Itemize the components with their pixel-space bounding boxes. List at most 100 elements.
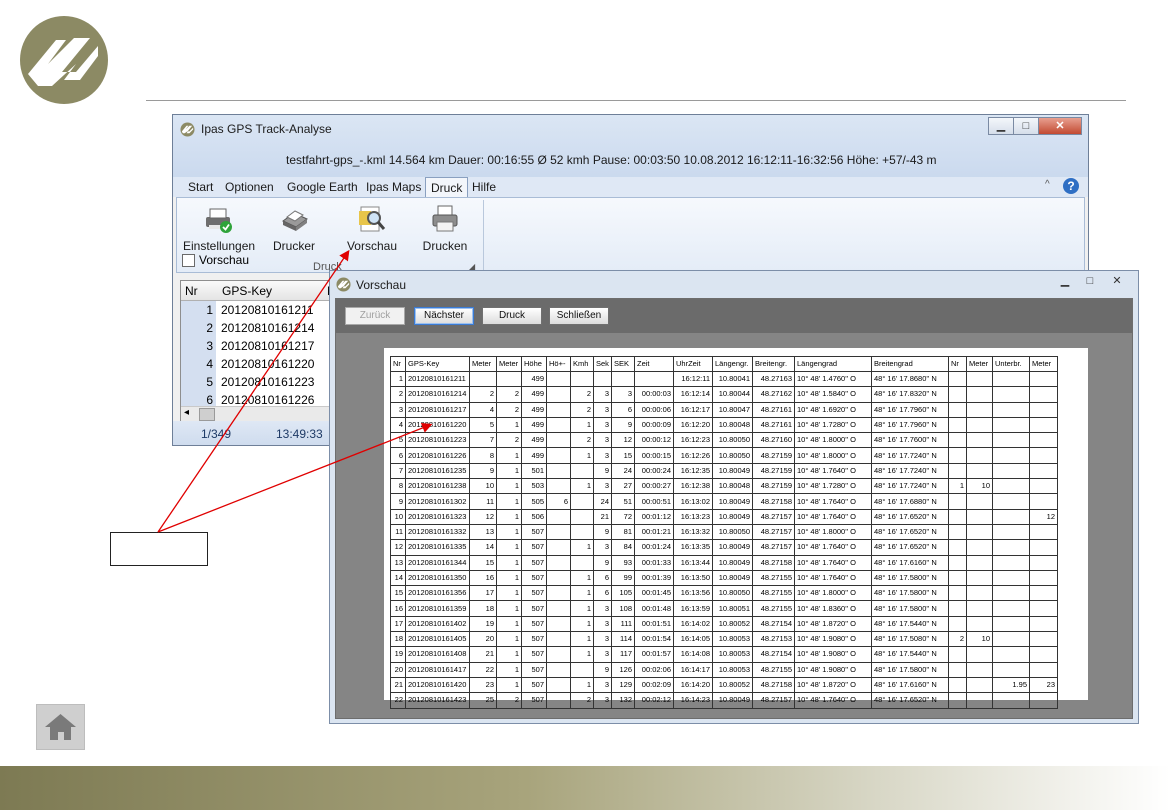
- table-cell: 19: [469, 615, 497, 633]
- table-row[interactable]: 2 20120810161214: [181, 319, 336, 337]
- preview-maximize-button[interactable]: □: [1077, 273, 1103, 291]
- table-cell: 1: [390, 370, 406, 388]
- table-cell: 18: [469, 600, 497, 617]
- table-cell: 00:00:09: [634, 416, 674, 434]
- table-cell: 48.27157: [752, 523, 795, 541]
- tab-ipas-maps[interactable]: Ipas Maps: [366, 180, 421, 194]
- horizontal-scrollbar[interactable]: ◂: [181, 406, 336, 421]
- table-cell: 10.80052: [712, 615, 753, 633]
- tab-google-earth[interactable]: Google Earth: [287, 180, 358, 194]
- grid-header-gps-key[interactable]: GPS-Key: [222, 284, 272, 298]
- home-button[interactable]: [36, 704, 85, 750]
- preview-toolbar: Zurück Nächster Druck Schließen: [336, 299, 1132, 333]
- tab-hilfe[interactable]: Hilfe: [472, 180, 496, 194]
- table-cell: [546, 401, 571, 418]
- table-cell: 132: [611, 692, 635, 709]
- table-cell: [546, 386, 571, 403]
- table-cell: 20120810161302: [405, 493, 470, 510]
- table-header-cell: Breitengr.: [752, 356, 795, 372]
- drucken-button[interactable]: Drucken: [417, 203, 473, 253]
- table-cell: [992, 661, 1030, 678]
- maximize-button[interactable]: □: [1013, 117, 1039, 135]
- table-cell: 15: [611, 447, 635, 464]
- table-cell: 48.27160: [752, 432, 795, 449]
- table-cell: 20120810161356: [405, 585, 470, 602]
- table-cell: [966, 523, 993, 541]
- preview-minimize-button[interactable]: ▁: [1052, 273, 1078, 291]
- table-cell: 2: [570, 386, 594, 403]
- table-cell: [948, 676, 967, 694]
- table-cell: 6: [611, 401, 635, 418]
- row-key: 20120810161223: [221, 375, 315, 389]
- table-cell: 00:01:45: [634, 585, 674, 602]
- table-cell: 10.80049: [712, 493, 753, 510]
- table-cell: 20120810161350: [405, 569, 470, 587]
- table-row[interactable]: 3 20120810161217: [181, 337, 336, 355]
- table-row[interactable]: 5 20120810161223: [181, 373, 336, 391]
- table-cell: 1: [496, 493, 522, 510]
- table-cell: 00:01:39: [634, 569, 674, 587]
- table-cell: [948, 386, 967, 403]
- scrollbar-thumb[interactable]: [199, 408, 215, 421]
- grid-header-nr[interactable]: Nr: [185, 284, 198, 298]
- print-button[interactable]: Druck: [482, 307, 542, 325]
- table-cell: 10° 48' 1.4760'' O: [794, 370, 872, 388]
- table-cell: 48° 16' 17.5440'' N: [871, 646, 949, 663]
- table-cell: 9: [593, 554, 612, 571]
- preview-table-header: Nr GPS-Key Meter Meter Höhe Hö+- Kmh Sek SEK Zeit…: [390, 356, 1058, 372]
- next-button[interactable]: Nächster: [414, 307, 474, 325]
- table-cell: 1: [496, 631, 522, 648]
- close-preview-button[interactable]: Schließen: [549, 307, 609, 325]
- table-cell: 18: [390, 631, 406, 648]
- einstellungen-button[interactable]: Einstellungen: [183, 203, 255, 253]
- table-row: 17 20120810161402 19 1 507 1 3 111 00:01:51 16:14…: [390, 615, 1058, 633]
- table-cell: [966, 661, 993, 678]
- table-cell: [966, 401, 993, 418]
- table-cell: 00:01:51: [634, 615, 674, 633]
- table-cell: 48° 16' 17.5080'' N: [871, 631, 949, 648]
- table-cell: 16: [390, 600, 406, 617]
- table-cell: 14: [469, 539, 497, 556]
- table-cell: [1029, 661, 1058, 678]
- vorschau-checkbox[interactable]: Vorschau: [182, 253, 249, 267]
- table-cell: [570, 523, 594, 541]
- table-cell: 16:13:59: [673, 600, 713, 617]
- table-cell: 7: [469, 432, 497, 449]
- minimize-button[interactable]: ▁: [988, 117, 1014, 135]
- table-cell: [1029, 631, 1058, 648]
- table-cell: 10° 48' 1.8720'' O: [794, 676, 872, 694]
- table-cell: [948, 493, 967, 510]
- table-header-cell: Meter: [966, 356, 993, 372]
- table-row[interactable]: 4 20120810161220: [181, 355, 336, 373]
- ribbon-collapse-icon[interactable]: ^: [1045, 179, 1050, 190]
- help-icon[interactable]: ?: [1063, 178, 1079, 194]
- preview-close-button[interactable]: ✕: [1102, 273, 1132, 291]
- table-cell: 1: [570, 600, 594, 617]
- table-cell: 48° 16' 17.6880'' N: [871, 493, 949, 510]
- drucker-button[interactable]: Drucker: [264, 203, 324, 253]
- tab-druck[interactable]: Druck: [425, 177, 469, 197]
- table-cell: 16:14:20: [673, 676, 713, 694]
- tab-start[interactable]: Start: [188, 180, 213, 194]
- table-cell: 1: [570, 416, 594, 434]
- table-cell: [966, 646, 993, 663]
- checkbox-box[interactable]: [182, 253, 195, 267]
- back-button[interactable]: Zurück: [345, 307, 405, 325]
- table-cell: [992, 539, 1030, 556]
- table-cell: 3: [593, 615, 612, 633]
- table-cell: [469, 370, 497, 388]
- table-cell: 48° 16' 17.6160'' N: [871, 554, 949, 571]
- close-button[interactable]: ✕: [1038, 117, 1082, 135]
- table-row[interactable]: 1 20120810161211: [181, 301, 336, 319]
- table-cell: 20120810161405: [405, 631, 470, 648]
- table-cell: 22: [390, 692, 406, 709]
- scroll-left-icon[interactable]: ◂: [184, 407, 189, 418]
- table-cell: [546, 661, 571, 678]
- table-cell: 16:13:02: [673, 493, 713, 510]
- table-cell: 48.27157: [752, 539, 795, 556]
- table-cell: 505: [521, 493, 547, 510]
- table-cell: [966, 416, 993, 434]
- table-cell: 10° 48' 1.8000'' O: [794, 432, 872, 449]
- vorschau-button[interactable]: Vorschau: [342, 203, 402, 253]
- tab-optionen[interactable]: Optionen: [225, 180, 274, 194]
